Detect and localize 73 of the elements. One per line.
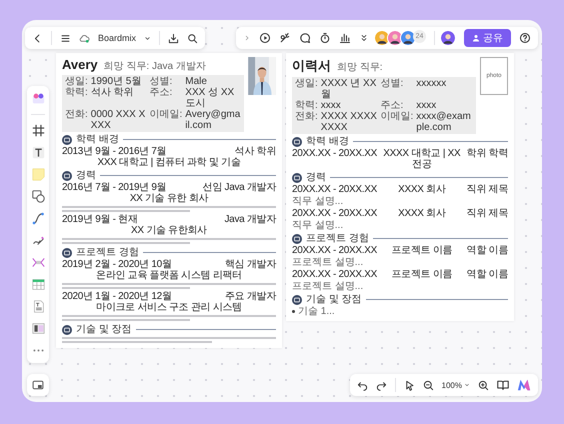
- entry-description: 프로젝트 설명...: [292, 257, 364, 268]
- entry-date: 2016년 7월 - 2019년 9월: [62, 182, 166, 193]
- entry-organization: XXXX 대학교 | XX 전공: [382, 148, 462, 170]
- info-label: 생일:: [65, 76, 88, 87]
- section-title: 학력 배경: [76, 134, 119, 145]
- info-label: 전화:: [65, 109, 88, 122]
- section-title: 기술 및 장점: [76, 324, 132, 335]
- entry-description: 직무 설명...: [292, 220, 344, 231]
- info-value: XXX 성 XX 도시: [185, 87, 236, 109]
- entry-organization: 프로젝트 이름: [390, 245, 454, 256]
- info-label: 학력:: [65, 87, 88, 100]
- entry-date: 20XX.XX - 20XX.XX: [292, 269, 377, 280]
- section-title: 기술 및 장점: [306, 294, 362, 305]
- info-value: xxxx: [416, 100, 438, 111]
- entry-date: 2013년 9월 - 2016년 7월: [62, 146, 166, 157]
- section-title: 경력: [306, 172, 326, 183]
- section-title: 프로젝트 경험: [306, 233, 369, 244]
- info-value: 석사 학위: [90, 87, 135, 100]
- entry-organization: 온라인 교육 플랫폼 시스템 리팩터: [95, 270, 243, 281]
- info-label: 주소:: [150, 87, 174, 100]
- entry-date: 20XX.XX - 20XX.XX: [292, 184, 377, 195]
- info-value: 1990년 5월: [90, 76, 142, 87]
- entry-organization: 마이크로 서비스 구조 관리 시스템: [95, 302, 243, 313]
- entry-date: 2019년 2월 - 2020년 10월: [62, 259, 172, 270]
- info-value: XXXX XXXX XXXX: [320, 111, 378, 133]
- entry-role: 학위 학력: [466, 148, 508, 161]
- section-title: 학력 배경: [306, 136, 349, 147]
- entry-role: 직위 제목: [466, 184, 508, 195]
- entry-description: 프로젝트 설명...: [292, 281, 364, 292]
- info-label: 주소:: [380, 100, 404, 111]
- entry-role: Java 개발자: [224, 214, 276, 225]
- info-label: 이메일:: [380, 111, 414, 124]
- info-value: Male: [185, 76, 208, 87]
- entry-role: 선임 Java 개발자: [202, 182, 276, 193]
- entry-date: 2019년 9월 - 현재: [62, 214, 138, 225]
- resume-name: Avery: [62, 57, 98, 72]
- info-value: xxxx@example.com: [416, 111, 472, 133]
- entry-date: 20XX.XX - 20XX.XX: [292, 245, 377, 256]
- entry-role: 핵심 개발자: [225, 259, 276, 270]
- entry-role: 역할 이름: [466, 245, 508, 256]
- bullet-text: 기술 1...: [298, 306, 335, 317]
- entry-date: 2020년 1월 - 2020년 12월: [62, 291, 172, 302]
- entry-date: 20XX.XX - 20XX.XX: [292, 208, 377, 219]
- entry-organization: XX 기술 유한회사: [130, 225, 208, 236]
- entry-organization: XXXX 회사: [397, 208, 447, 219]
- entry-organization: XX 기술 유한 회사: [128, 193, 210, 204]
- zoom-dropdown[interactable]: 100%: [442, 380, 470, 390]
- info-label: 전화:: [295, 111, 318, 124]
- target-position: 희망 직무:: [337, 61, 383, 74]
- target-position: 희망 직무: Java 개발자: [104, 60, 206, 73]
- entry-organization: XXX 대학교 | 컴퓨터 과학 및 기술: [96, 157, 242, 168]
- entry-role: 석사 학위: [234, 146, 276, 157]
- section-title: 프로젝트 경험: [76, 247, 139, 258]
- app-name[interactable]: Boardmix: [98, 33, 136, 43]
- entry-date: 20XX.XX - 20XX.XX: [292, 148, 377, 161]
- info-label: 성별:: [380, 78, 404, 91]
- info-value: 0000 XXX XXXX: [90, 109, 146, 131]
- info-value: xxxx: [320, 100, 342, 111]
- resume-name: 이력서: [292, 57, 331, 75]
- info-label: 학력:: [295, 100, 318, 111]
- entry-role: 직위 제목: [466, 208, 508, 219]
- info-value: xxxxxx: [416, 78, 448, 91]
- entry-role: 주요 개발자: [225, 291, 276, 302]
- entry-organization: 프로젝트 이름: [390, 269, 454, 280]
- section-title: 경력: [76, 170, 96, 181]
- share-button[interactable]: 공유: [464, 29, 511, 47]
- info-value: Avery@gmail.com: [185, 109, 241, 131]
- entry-description: 직무 설명...: [292, 196, 344, 207]
- info-label: 성별:: [150, 76, 174, 87]
- entry-role: 역할 이름: [466, 269, 508, 280]
- info-label: 이메일:: [150, 109, 182, 122]
- entry-organization: XXXX 회사: [397, 184, 447, 195]
- info-label: 생일:: [295, 78, 318, 91]
